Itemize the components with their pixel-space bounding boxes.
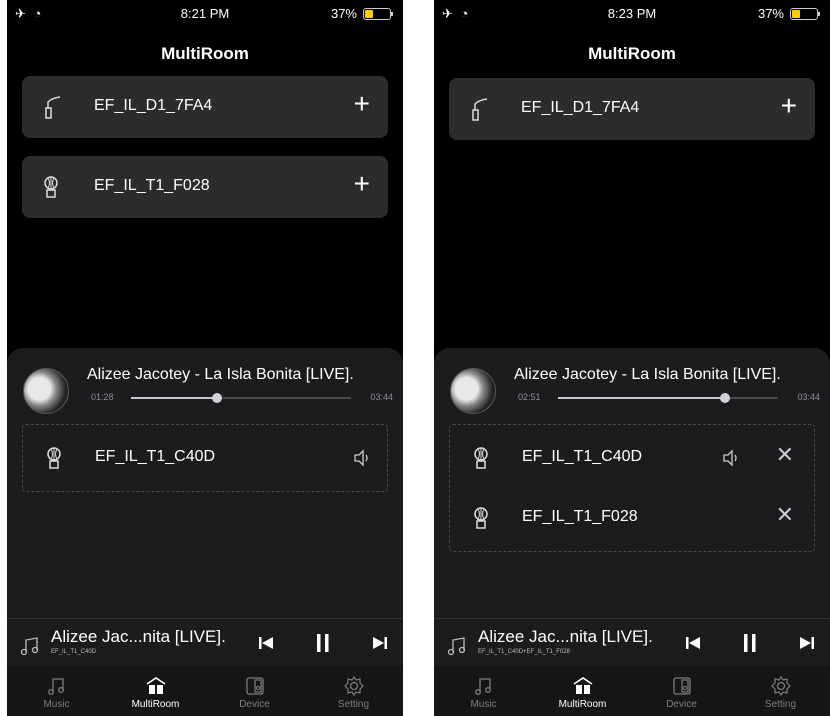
- mini-device-name: EF_IL_T1_C40D: [51, 649, 97, 655]
- tab-label: Setting: [337, 699, 370, 710]
- tab-label: Music: [43, 699, 70, 710]
- duration-time: 03:44: [797, 392, 820, 402]
- tab-music[interactable]: Music: [7, 666, 106, 716]
- tab-label: Setting: [764, 699, 797, 710]
- lamp-icon: [472, 98, 488, 121]
- next-track-icon[interactable]: [369, 631, 391, 655]
- add-device-button[interactable]: +: [354, 90, 370, 118]
- device-name: EF_IL_T1_F028: [94, 177, 210, 194]
- music-note-icon: [447, 637, 466, 656]
- bulb-speaker-icon: [474, 447, 488, 469]
- battery-percent: 37%: [757, 6, 784, 21]
- group-device-row: EF_IL_T1_F028 ✕: [450, 485, 814, 551]
- battery-percent: 37%: [330, 6, 357, 21]
- lamp-icon: [45, 96, 61, 119]
- now-playing-panel: Alizee Jacotey - La Isla Bonita [LIVE]. …: [434, 348, 830, 716]
- duration-time: 03:44: [370, 392, 393, 402]
- tab-setting[interactable]: Setting: [304, 666, 403, 716]
- battery-indicator: 37%: [330, 6, 393, 21]
- device-name: EF_IL_D1_7FA4: [94, 97, 213, 114]
- gear-icon: [770, 675, 791, 697]
- previous-track-icon[interactable]: [255, 631, 277, 655]
- multiroom-icon: [146, 677, 165, 694]
- device-name: EF_IL_T1_F028: [522, 508, 638, 525]
- mini-player[interactable]: Alizee Jac...nita [LIVE]. EF_IL_T1_C40D: [7, 618, 403, 667]
- album-art: [450, 368, 496, 414]
- track-title: Alizee Jacotey - La Isla Bonita [LIVE].: [87, 366, 354, 383]
- page-title: MultiRoom: [588, 44, 676, 63]
- speaker-group: EF_IL_T1_C40D: [22, 424, 388, 492]
- mini-player[interactable]: Alizee Jac...nita [LIVE]. EF_IL_T1_C40D+…: [434, 618, 830, 667]
- device-card-t1-f028[interactable]: EF_IL_T1_F028 +: [22, 156, 388, 218]
- next-track-icon[interactable]: [796, 631, 818, 655]
- elapsed-time: 01:28: [91, 392, 114, 402]
- tab-label: MultiRoom: [131, 699, 180, 710]
- tab-multiroom[interactable]: MultiRoom: [533, 666, 632, 716]
- battery-icon: [363, 7, 393, 20]
- battery-indicator: 37%: [757, 6, 820, 21]
- tab-setting[interactable]: Setting: [731, 666, 830, 716]
- device-icon: [672, 677, 691, 695]
- pause-icon[interactable]: [739, 631, 761, 655]
- status-bar: ✈ ◔ 8:23 PM 37%: [434, 0, 830, 26]
- progress-knob[interactable]: [211, 393, 222, 403]
- music-note-icon: [47, 678, 64, 695]
- group-device-row: EF_IL_T1_C40D: [23, 425, 387, 491]
- tab-music[interactable]: Music: [434, 666, 533, 716]
- device-name: EF_IL_T1_C40D: [522, 448, 643, 465]
- device-card-d1-7fa4[interactable]: EF_IL_D1_7FA4 +: [22, 76, 388, 138]
- track-title: Alizee Jacotey - La Isla Bonita [LIVE].: [514, 366, 781, 383]
- now-playing-panel: Alizee Jacotey - La Isla Bonita [LIVE]. …: [7, 348, 403, 716]
- tab-multiroom[interactable]: MultiRoom: [106, 666, 205, 716]
- progress-knob[interactable]: [720, 393, 731, 403]
- tab-label: MultiRoom: [558, 699, 607, 710]
- bulb-speaker-icon: [474, 507, 488, 529]
- device-card-d1-7fa4[interactable]: EF_IL_D1_7FA4 +: [449, 78, 815, 140]
- add-device-button[interactable]: +: [354, 170, 370, 198]
- remove-device-button[interactable]: ✕: [776, 504, 794, 526]
- tab-bar: Music MultiRoom Device Setting: [7, 666, 403, 716]
- battery-icon: [790, 7, 820, 20]
- elapsed-time: 02:51: [518, 392, 541, 402]
- phone-screen-right: ✈ ◔ 8:23 PM 37% MultiRoom EF_IL_D1_7FA4 …: [434, 0, 830, 716]
- mini-track-title: Alizee Jac...nita [LIVE].: [478, 627, 653, 646]
- music-note-icon: [20, 637, 39, 656]
- device-icon: [245, 677, 264, 695]
- progress-slider[interactable]: [131, 393, 351, 403]
- previous-track-icon[interactable]: [682, 631, 704, 655]
- bulb-speaker-icon: [44, 176, 58, 198]
- speaker-icon[interactable]: [720, 447, 742, 469]
- gear-icon: [343, 675, 364, 697]
- mini-device-name: EF_IL_T1_C40D+EF_IL_T1_F028: [478, 649, 570, 655]
- multiroom-icon: [573, 677, 592, 694]
- pause-icon[interactable]: [312, 631, 334, 655]
- mini-track-title: Alizee Jac...nita [LIVE].: [51, 627, 226, 646]
- tab-bar: Music MultiRoom Device Setting: [434, 666, 830, 716]
- page-title: MultiRoom: [161, 44, 249, 63]
- progress-fill: [131, 397, 217, 399]
- speaker-icon[interactable]: [351, 447, 373, 469]
- device-name: EF_IL_D1_7FA4: [521, 99, 640, 116]
- bulb-speaker-icon: [47, 447, 61, 469]
- tab-device[interactable]: Device: [632, 666, 731, 716]
- tab-label: Device: [666, 699, 697, 710]
- progress-slider[interactable]: [558, 393, 778, 403]
- album-art: [23, 368, 69, 414]
- progress-fill: [558, 397, 726, 399]
- group-device-row: EF_IL_T1_C40D ✕: [450, 425, 814, 491]
- tab-device[interactable]: Device: [205, 666, 304, 716]
- speaker-group: EF_IL_T1_C40D ✕ EF_IL_T1_F028 ✕: [449, 424, 815, 552]
- remove-device-button[interactable]: ✕: [776, 444, 794, 466]
- phone-screen-left: ✈ ◔ 8:21 PM 37% MultiRoom EF_IL_D1_7FA4 …: [7, 0, 403, 716]
- tab-label: Music: [470, 699, 497, 710]
- tab-label: Device: [239, 699, 270, 710]
- status-bar: ✈ ◔ 8:21 PM 37%: [7, 0, 403, 26]
- add-device-button[interactable]: +: [781, 92, 797, 120]
- music-note-icon: [474, 678, 491, 695]
- device-name: EF_IL_T1_C40D: [95, 448, 216, 465]
